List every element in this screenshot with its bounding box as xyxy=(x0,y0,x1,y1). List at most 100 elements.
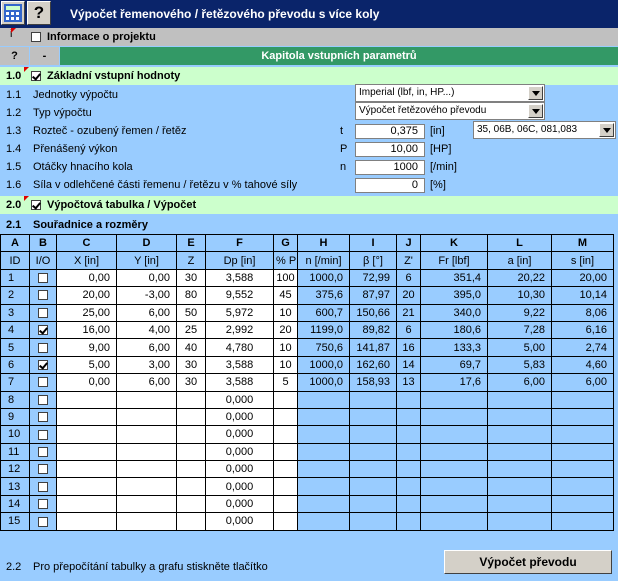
io-checkbox[interactable] xyxy=(38,342,48,353)
cell-z[interactable]: 25 xyxy=(176,320,206,340)
cell-y[interactable] xyxy=(116,390,177,409)
cell-p[interactable] xyxy=(273,425,298,444)
cell-p[interactable]: 10 xyxy=(273,338,298,357)
chevron-down-icon[interactable] xyxy=(599,123,614,137)
cell-z[interactable]: 50 xyxy=(176,303,206,322)
power-input[interactable]: 10,00 xyxy=(355,142,425,157)
cell-z[interactable]: 30 xyxy=(176,373,206,392)
cell-x[interactable] xyxy=(56,512,117,531)
cell-p[interactable]: 10 xyxy=(273,355,298,375)
cell-z[interactable] xyxy=(176,442,206,462)
cell-z[interactable]: 30 xyxy=(176,268,206,288)
cell-y[interactable] xyxy=(116,512,177,531)
cell-p[interactable]: 5 xyxy=(273,373,298,392)
cell-x[interactable]: 25,00 xyxy=(56,303,117,322)
io-checkbox[interactable] xyxy=(38,394,48,405)
cell-z[interactable] xyxy=(176,460,206,479)
cell-z[interactable] xyxy=(176,477,206,496)
cell-z[interactable] xyxy=(176,390,206,409)
cell-x[interactable] xyxy=(56,460,117,479)
cell-z[interactable] xyxy=(176,494,206,514)
cell-x[interactable] xyxy=(56,442,117,462)
cell-x[interactable] xyxy=(56,477,117,496)
cell-p[interactable]: 20 xyxy=(273,320,298,340)
io-checkbox[interactable] xyxy=(38,360,48,371)
cell-y[interactable]: 6,00 xyxy=(116,373,177,392)
cell-p[interactable]: 10 xyxy=(273,303,298,322)
io-checkbox[interactable] xyxy=(38,429,48,440)
chapter-help-button[interactable]: ? xyxy=(0,47,29,65)
cell-z[interactable]: 40 xyxy=(176,338,206,357)
cell-y[interactable] xyxy=(116,477,177,496)
cell-y[interactable]: 4,00 xyxy=(116,320,177,340)
cell-y[interactable] xyxy=(116,460,177,479)
cell-x[interactable] xyxy=(56,425,117,444)
io-cell xyxy=(29,442,57,462)
force-input[interactable]: 0 xyxy=(355,178,425,193)
io-checkbox[interactable] xyxy=(38,412,48,423)
cell-z[interactable]: 80 xyxy=(176,286,206,305)
section-2-checkbox[interactable] xyxy=(31,200,41,211)
section-1-checkbox[interactable] xyxy=(31,71,41,82)
io-checkbox[interactable] xyxy=(38,481,48,492)
cell-y[interactable]: 3,00 xyxy=(116,355,177,375)
cell-x[interactable]: 9,00 xyxy=(56,338,117,357)
cell-x[interactable]: 5,00 xyxy=(56,355,117,375)
chain-size-select[interactable]: 35, 06B, 06C, 081,083 xyxy=(473,121,616,139)
io-cell xyxy=(29,338,57,357)
cell-dp: 3,588 xyxy=(205,268,274,288)
cell-y[interactable] xyxy=(116,442,177,462)
cell-p[interactable]: 100 xyxy=(273,268,298,288)
calc-type-select[interactable]: Výpočet řetězového převodu xyxy=(355,102,545,120)
chevron-down-icon[interactable] xyxy=(528,104,543,118)
cell-y[interactable] xyxy=(116,407,177,427)
cell-dp: 5,972 xyxy=(205,303,274,322)
cell-p[interactable] xyxy=(273,512,298,531)
row-id: 14 xyxy=(0,494,30,514)
cell-z[interactable] xyxy=(176,407,206,427)
column-header: n [/min] xyxy=(297,251,350,270)
cell-x[interactable] xyxy=(56,407,117,427)
cell-p[interactable] xyxy=(273,390,298,409)
io-checkbox[interactable] xyxy=(38,446,48,457)
io-checkbox[interactable] xyxy=(38,325,48,336)
cell-y[interactable]: -3,00 xyxy=(116,286,177,305)
cell-z[interactable] xyxy=(176,512,206,531)
cell-p[interactable] xyxy=(273,442,298,462)
cell-y[interactable] xyxy=(116,425,177,444)
cell-y[interactable]: 6,00 xyxy=(116,338,177,357)
cell-x[interactable]: 0,00 xyxy=(56,268,117,288)
io-checkbox[interactable] xyxy=(38,273,48,284)
cell-p[interactable] xyxy=(273,477,298,496)
cell-x[interactable]: 0,00 xyxy=(56,373,117,392)
io-checkbox[interactable] xyxy=(38,464,48,475)
info-checkbox[interactable] xyxy=(31,32,41,43)
cell-y[interactable] xyxy=(116,494,177,514)
cell-y[interactable]: 6,00 xyxy=(116,303,177,322)
speed-input[interactable]: 1000 xyxy=(355,160,425,175)
cell-p[interactable]: 45 xyxy=(273,286,298,305)
pitch-input[interactable]: 0,375 xyxy=(355,124,425,139)
cell-p[interactable] xyxy=(273,460,298,479)
cell-p[interactable] xyxy=(273,494,298,514)
units-select[interactable]: Imperial (lbf, in, HP...) xyxy=(355,84,545,102)
calculate-button[interactable]: Výpočet převodu xyxy=(444,550,612,574)
cell-x[interactable] xyxy=(56,494,117,514)
table-row: 2 20,00 -3,00 80 9,552 45 375,6 87,97 20 395,0 10,… xyxy=(0,286,614,305)
cell-y[interactable]: 0,00 xyxy=(116,268,177,288)
io-checkbox[interactable] xyxy=(38,499,48,510)
cell-z[interactable]: 30 xyxy=(176,355,206,375)
io-checkbox[interactable] xyxy=(38,290,48,301)
cell-p[interactable] xyxy=(273,407,298,427)
cell-x[interactable]: 20,00 xyxy=(56,286,117,305)
io-checkbox[interactable] xyxy=(38,377,48,388)
calculator-icon[interactable] xyxy=(1,1,25,25)
help-button[interactable]: ? xyxy=(27,1,51,25)
io-checkbox[interactable] xyxy=(38,516,48,527)
cell-z[interactable] xyxy=(176,425,206,444)
cell-x[interactable] xyxy=(56,390,117,409)
collapse-button[interactable]: - xyxy=(30,47,59,65)
io-checkbox[interactable] xyxy=(38,307,48,318)
chevron-down-icon[interactable] xyxy=(528,86,543,100)
cell-x[interactable]: 16,00 xyxy=(56,320,117,340)
